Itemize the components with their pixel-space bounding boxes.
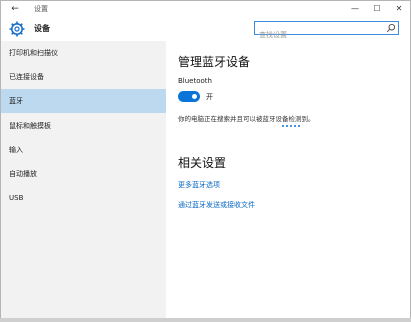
sidebar-item-connected-devices[interactable]: 已连接设备 xyxy=(1,65,166,89)
sidebar-item-bluetooth[interactable]: 蓝牙 xyxy=(1,89,166,114)
toggle-state-text: 开 xyxy=(206,93,213,101)
progress-dot xyxy=(294,125,296,127)
window-title: 设置 xyxy=(34,5,48,13)
search-icon xyxy=(386,23,396,33)
bluetooth-toggle[interactable] xyxy=(178,91,200,102)
progress-dot xyxy=(298,125,300,127)
settings-window: ← 设置 — ☐ ✕ 设备 查找设置 打印机和扫描仪 已连接设备 蓝牙 鼠标和触… xyxy=(0,0,411,322)
progress-dot xyxy=(290,125,292,127)
gear-icon xyxy=(9,21,25,37)
search-box[interactable] xyxy=(254,21,399,41)
title-bar: ← 设置 — ☐ ✕ xyxy=(1,1,410,18)
progress-dot xyxy=(286,125,288,127)
toggle-knob xyxy=(192,94,197,99)
back-arrow-icon[interactable]: ← xyxy=(9,3,21,15)
page-title: 设备 xyxy=(34,24,50,33)
bluetooth-status-text: 你的电脑正在搜索并且可以被蓝牙设备检测到。 xyxy=(178,115,315,123)
close-button[interactable]: ✕ xyxy=(388,1,410,18)
sidebar-item-mouse-touchpad[interactable]: 鼠标和触摸板 xyxy=(1,114,166,138)
taskbar-strip xyxy=(0,318,411,322)
sidebar-item-typing[interactable]: 输入 xyxy=(1,138,166,162)
sidebar-nav: 打印机和扫描仪 已连接设备 蓝牙 鼠标和触摸板 输入 自动播放 USB xyxy=(1,41,166,321)
bluetooth-label: Bluetooth xyxy=(178,77,212,85)
sidebar-item-autoplay[interactable]: 自动播放 xyxy=(1,162,166,186)
window-controls: — ☐ ✕ xyxy=(344,1,410,18)
minimize-button[interactable]: — xyxy=(344,1,366,18)
searching-progress-dots xyxy=(282,124,302,128)
sidebar-item-usb[interactable]: USB xyxy=(1,186,166,210)
maximize-button[interactable]: ☐ xyxy=(366,1,388,18)
progress-dot xyxy=(282,125,284,127)
send-receive-files-link[interactable]: 通过蓝牙发送或接收文件 xyxy=(178,200,255,210)
related-settings-title: 相关设置 xyxy=(178,156,227,170)
sidebar-item-printers[interactable]: 打印机和扫描仪 xyxy=(1,41,166,65)
more-bluetooth-options-link[interactable]: 更多蓝牙选项 xyxy=(178,180,220,190)
page-header: 设备 xyxy=(1,18,410,41)
search-input[interactable] xyxy=(255,29,384,41)
section-title: 管理蓝牙设备 xyxy=(178,55,251,69)
